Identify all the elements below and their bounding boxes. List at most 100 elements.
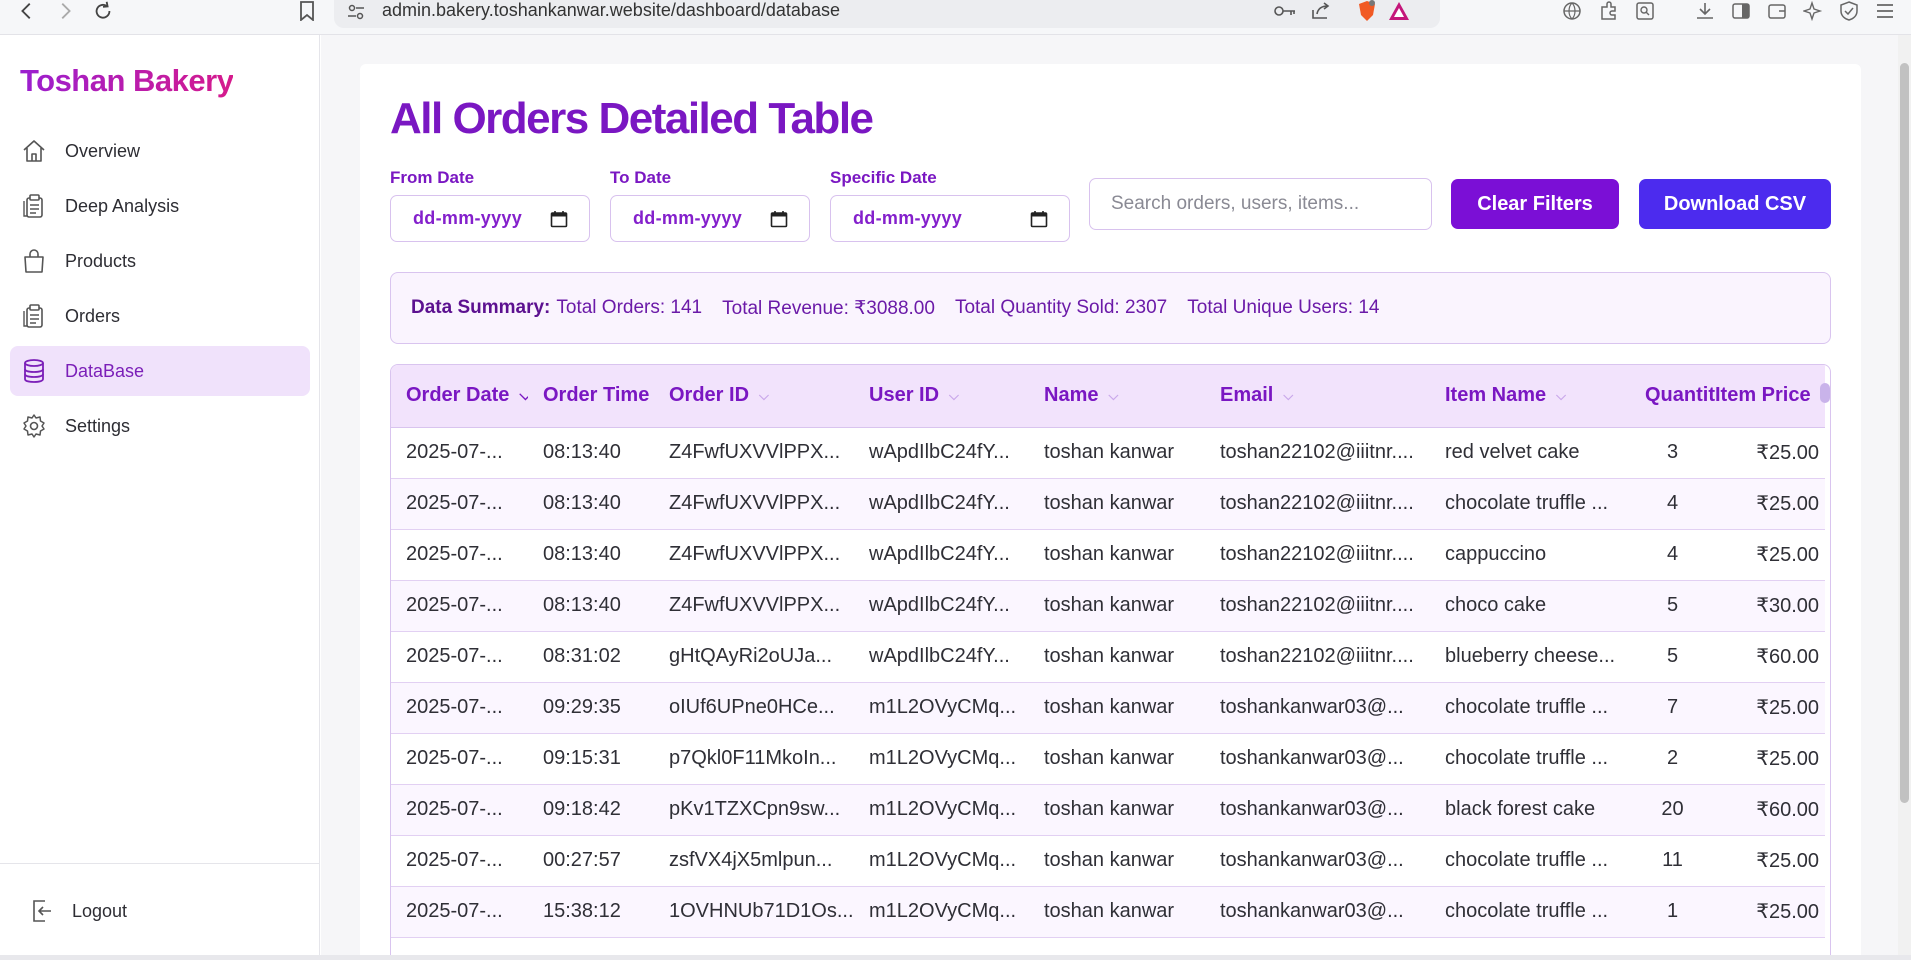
cell-item-name: chocolate truffle ...	[1445, 747, 1609, 769]
forward-icon[interactable]	[50, 0, 80, 22]
reload-icon[interactable]	[88, 0, 118, 22]
clipboard-icon	[20, 302, 48, 330]
brand-logo[interactable]: Toshan Bakery	[20, 63, 234, 99]
cell-item-name: black forest cake	[1445, 798, 1596, 820]
specific-date-input[interactable]: dd-mm-yyyy	[830, 195, 1070, 242]
column-header-user-id[interactable]: User ID ⌵	[854, 365, 1029, 428]
menu-icon[interactable]	[1872, 0, 1898, 22]
column-header-item-name[interactable]: Item Name ⌵	[1430, 365, 1630, 428]
site-settings-icon[interactable]	[346, 2, 366, 22]
table-row[interactable]: 2025-07-... 08:13:40 Z4FwfUXVVlPPX... wApdI…	[391, 529, 1825, 580]
cell-user-id: m1L2OVyCMq...	[869, 798, 1017, 820]
cell-item-price: ₹60.00	[1756, 646, 1819, 668]
sidebar-item-settings[interactable]: Settings	[10, 401, 310, 451]
table-row[interactable]: 2025-07-... 09:15:31 p7Qkl0F11MkoIn... m1L2…	[391, 733, 1825, 784]
page-scrollbar[interactable]	[1898, 35, 1911, 960]
calendar-icon[interactable]	[549, 209, 569, 229]
column-label: Order Time	[543, 384, 650, 407]
table-row[interactable]: 2025-07-... 08:13:40 Z4FwfUXVVlPPX... wApdI…	[391, 580, 1825, 631]
cell-order-date: 2025-07-...	[406, 492, 503, 514]
cell-order-id: Z4FwfUXVVlPPX...	[669, 492, 841, 514]
wallet-icon[interactable]	[1764, 0, 1790, 22]
cell-name: toshan kanwar	[1044, 594, 1175, 616]
sort-icon[interactable]: ⌵	[1556, 388, 1566, 404]
search-input[interactable]	[1089, 178, 1432, 230]
reader-icon[interactable]	[1632, 0, 1658, 22]
column-header-order-id[interactable]: Order ID ⌵	[654, 365, 854, 428]
cell-order-time: 09:18:42	[543, 798, 621, 820]
sort-icon[interactable]: ⌵	[759, 388, 769, 404]
column-label: Order Date	[406, 384, 510, 407]
sort-icon[interactable]: ⌵	[1283, 388, 1293, 404]
table-row[interactable]: 2025-07-... 09:18:42 pKv1TZXCpn9sw... m1L2O…	[391, 784, 1825, 835]
calendar-icon[interactable]	[769, 209, 789, 229]
page-scrollbar-thumb[interactable]	[1900, 63, 1909, 803]
brave-shields-icon[interactable]	[1356, 0, 1378, 21]
cell-item-price: ₹30.00	[1756, 595, 1819, 617]
cell-item-name: chocolate truffle ...	[1445, 900, 1609, 922]
table-row[interactable]: 2025-07-... 00:27:57 zsfVX4jX5mlpun... m1L2…	[391, 835, 1825, 886]
specific-date-label: Specific Date	[830, 168, 937, 187]
sidebar-item-orders[interactable]: Orders	[10, 291, 310, 341]
summary-total-users: Total Unique Users: 14	[1187, 297, 1380, 318]
cell-quantity: 5	[1666, 645, 1679, 667]
back-icon[interactable]	[12, 0, 42, 22]
summary-total-revenue: Total Revenue: ₹3088.00	[722, 297, 935, 319]
download-csv-button[interactable]: Download CSV	[1639, 179, 1831, 229]
cell-item-name: chocolate truffle ...	[1445, 849, 1609, 871]
share-icon[interactable]	[1310, 1, 1332, 21]
translate-icon[interactable]	[1559, 0, 1585, 22]
sort-desc-icon[interactable]: ⌵	[519, 387, 528, 405]
sidebar-item-database[interactable]: DataBase	[10, 346, 310, 396]
table-row[interactable]: 2025-07-... 08:31:02 gHtQAyRi2oUJa... wApdI…	[391, 631, 1825, 682]
table-row[interactable]: 2025-07-... 08:13:40 Z4FwfUXVVlPPX... wApdI…	[391, 478, 1825, 529]
column-header-email[interactable]: Email ⌵	[1205, 365, 1430, 428]
column-header-order-time[interactable]: Order Time	[528, 365, 654, 428]
table-row[interactable]: 2025-07-... 08:13:40 Z4FwfUXVVlPPX... wApdI…	[391, 427, 1825, 478]
sidebar-item-deep-analysis[interactable]: Deep Analysis	[10, 181, 310, 231]
sidebar-toggle-icon[interactable]	[1728, 0, 1754, 22]
cell-item-price: ₹60.00	[1756, 799, 1819, 821]
table-row[interactable]: 2025-07-... 15:38:12 1OVHNUb71D1Os... m1L2O…	[391, 886, 1825, 937]
bookmark-icon[interactable]	[294, 0, 320, 22]
key-icon[interactable]	[1274, 1, 1296, 21]
sort-icon[interactable]: ⌵	[949, 388, 959, 404]
table-body: 2025-07-... 08:13:40 Z4FwfUXVVlPPX... wApdI…	[391, 427, 1825, 937]
gear-icon	[20, 412, 48, 440]
table-scrollbar[interactable]	[1820, 383, 1830, 403]
column-header-name[interactable]: Name ⌵	[1029, 365, 1205, 428]
cell-name: toshan kanwar	[1044, 696, 1175, 718]
download-icon[interactable]	[1692, 0, 1718, 22]
logout-button[interactable]: Logout	[28, 895, 127, 927]
sort-icon[interactable]: ⌵	[1108, 388, 1118, 404]
cell-item-price: ₹25.00	[1756, 748, 1819, 770]
cell-name: toshan kanwar	[1044, 747, 1175, 769]
sidebar-item-products[interactable]: Products	[10, 236, 310, 286]
orders-table-container: Order Date ⌵ Order Time Order ID ⌵ User ID…	[390, 364, 1831, 960]
vpn-icon[interactable]	[1836, 0, 1862, 22]
from-date-input[interactable]: dd-mm-yyyy	[390, 195, 590, 242]
date-placeholder: dd-mm-yyyy	[853, 208, 963, 228]
calendar-icon[interactable]	[1029, 209, 1049, 229]
cell-email: toshankanwar03@...	[1220, 849, 1404, 871]
to-date-input[interactable]: dd-mm-yyyy	[610, 195, 810, 242]
leo-ai-icon[interactable]	[1800, 0, 1826, 22]
sidebar-item-overview[interactable]: Overview	[10, 126, 310, 176]
cell-order-date: 2025-07-...	[406, 543, 503, 565]
column-label: Item Name	[1445, 384, 1547, 407]
cell-order-date: 2025-07-...	[406, 849, 503, 871]
clear-filters-button[interactable]: Clear Filters	[1451, 179, 1619, 229]
cell-user-id: wApdIlbC24fY...	[869, 594, 1010, 616]
column-label: Name	[1044, 384, 1099, 407]
cell-name: toshan kanwar	[1044, 441, 1175, 463]
sidebar-item-label: DataBase	[65, 360, 145, 381]
column-header-quantity[interactable]: Quantity	[1630, 365, 1715, 428]
brave-rewards-icon[interactable]	[1388, 1, 1410, 21]
table-row[interactable]: 2025-07-... 09:29:35 oIUf6UPne0HCe... m1L2O…	[391, 682, 1825, 733]
column-header-order-date[interactable]: Order Date ⌵	[391, 365, 528, 428]
extensions-icon[interactable]	[1596, 0, 1622, 22]
address-bar[interactable]: admin.bakery.toshankanwar.website/dashbo…	[334, 0, 1440, 28]
column-label: Order ID	[669, 384, 750, 407]
column-label: User ID	[869, 384, 940, 407]
column-header-item-price[interactable]: Item Price	[1715, 365, 1825, 428]
